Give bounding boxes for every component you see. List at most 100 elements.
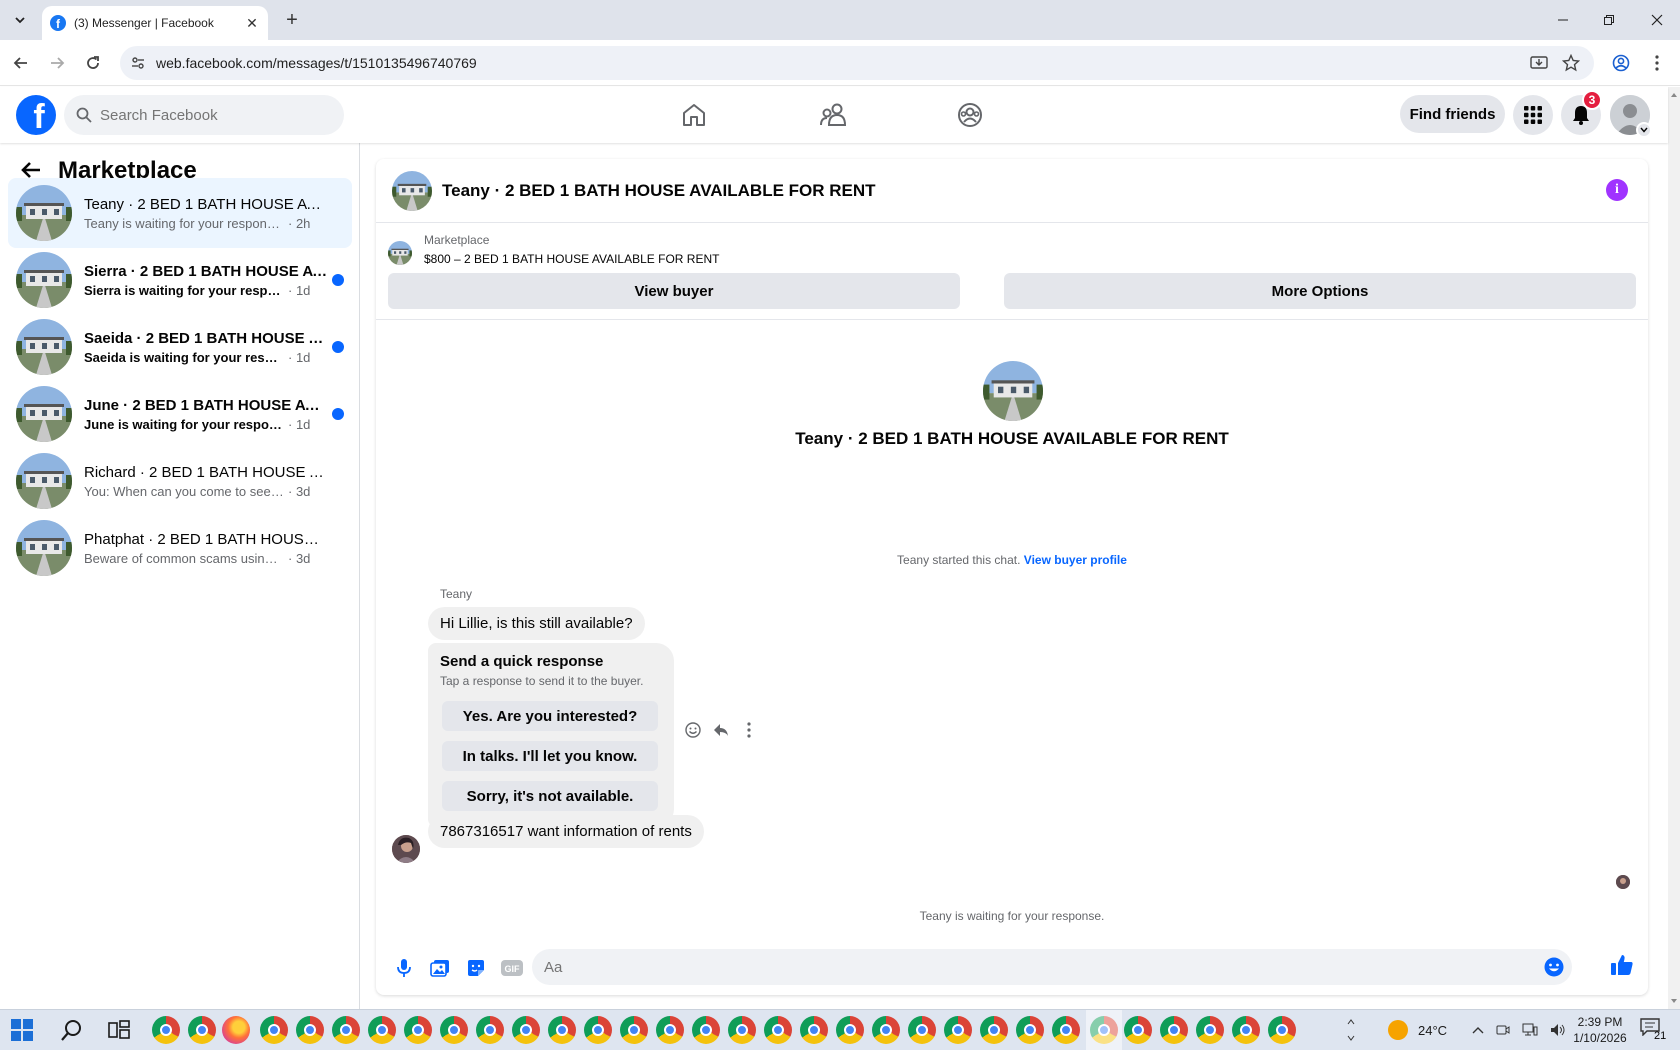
network-icon[interactable] xyxy=(1522,1023,1538,1037)
chrome-profile-icon[interactable] xyxy=(368,1016,396,1044)
nav-groups[interactable] xyxy=(914,95,1026,135)
firefox-icon[interactable] xyxy=(222,1016,250,1044)
chrome-profile-icon[interactable] xyxy=(1052,1016,1080,1044)
chrome-profile-icon[interactable] xyxy=(260,1016,288,1044)
chrome-profile-icon[interactable] xyxy=(548,1016,576,1044)
address-bar[interactable]: web.facebook.com/messages/t/151013549674… xyxy=(120,46,1594,80)
back-icon[interactable] xyxy=(8,50,34,76)
conversation-item[interactable]: Saeida · 2 BED 1 BATH HOUSE AV... Saeida … xyxy=(8,312,352,382)
chrome-profile-icon[interactable] xyxy=(1016,1016,1044,1044)
incoming-message[interactable]: Hi Lillie, is this still available? xyxy=(428,607,645,640)
microphone-icon[interactable] xyxy=(386,950,422,986)
conversation-item[interactable]: Richard · 2 BED 1 BATH HOUSE AV... You: W… xyxy=(8,446,352,516)
find-friends-button[interactable]: Find friends xyxy=(1400,95,1505,133)
weather-widget[interactable]: 24°C xyxy=(1388,1010,1447,1050)
nav-home[interactable] xyxy=(638,95,750,135)
thumbs-up-icon[interactable] xyxy=(1610,953,1638,981)
react-emoji-icon[interactable] xyxy=(684,721,702,739)
quick-reply-not-available[interactable]: Sorry, it's not available. xyxy=(442,781,658,811)
chrome-profile-icon[interactable] xyxy=(404,1016,432,1044)
chrome-profile-icon[interactable] xyxy=(764,1016,792,1044)
buyer-avatar[interactable] xyxy=(392,835,420,863)
emoji-icon[interactable] xyxy=(1544,957,1564,977)
chrome-profile-icon[interactable] xyxy=(512,1016,540,1044)
task-view-icon[interactable] xyxy=(108,1020,130,1040)
forward-icon[interactable] xyxy=(44,50,70,76)
listing-summary[interactable]: Marketplace $800 – 2 BED 1 BATH HOUSE AV… xyxy=(388,233,719,266)
chrome-profile-icon[interactable] xyxy=(188,1016,216,1044)
chrome-profile-icon[interactable] xyxy=(908,1016,936,1044)
chrome-profile-icon[interactable] xyxy=(1232,1016,1260,1044)
listing-small-thumbnail xyxy=(388,241,412,265)
more-options-button[interactable]: More Options xyxy=(1004,273,1636,309)
search-input[interactable] xyxy=(100,106,320,124)
chrome-profile-icon[interactable] xyxy=(1124,1016,1152,1044)
composer-field[interactable] xyxy=(532,949,1572,985)
site-settings-icon[interactable] xyxy=(130,55,146,71)
chrome-profile-icon[interactable] xyxy=(620,1016,648,1044)
notification-center[interactable]: 21 xyxy=(1640,1018,1670,1042)
facebook-logo-icon[interactable]: f xyxy=(16,95,56,135)
conversation-item[interactable]: Teany · 2 BED 1 BATH HOUSE AVAI... Teany … xyxy=(8,178,352,248)
chrome-profile-icon[interactable] xyxy=(836,1016,864,1044)
clock[interactable]: 2:39 PM 1/10/2026 xyxy=(1560,1014,1640,1046)
chrome-profile-icon[interactable] xyxy=(980,1016,1008,1044)
page-scrollbar[interactable] xyxy=(1668,87,1680,1009)
conversation-item[interactable]: Sierra · 2 BED 1 BATH HOUSE AV... Sierra … xyxy=(8,245,352,315)
conversation-item[interactable]: June · 2 BED 1 BATH HOUSE AVA... June is … xyxy=(8,379,352,449)
restore-icon[interactable] xyxy=(1586,0,1632,40)
chrome-profile-icon[interactable] xyxy=(296,1016,324,1044)
chat-title[interactable]: Teany · 2 BED 1 BATH HOUSE AVAILABLE FOR… xyxy=(442,181,876,201)
chrome-profile-icon[interactable] xyxy=(800,1016,828,1044)
account-caret-icon[interactable] xyxy=(1636,122,1652,138)
view-buyer-button[interactable]: View buyer xyxy=(388,273,960,309)
more-dots-icon[interactable] xyxy=(740,721,758,739)
taskbar-search-icon[interactable] xyxy=(60,1018,84,1042)
meet-icon[interactable] xyxy=(1496,1023,1510,1037)
bookmark-star-icon[interactable] xyxy=(1558,50,1584,76)
menu-grid-icon[interactable] xyxy=(1513,95,1553,135)
chrome-profile-icon[interactable] xyxy=(332,1016,360,1044)
gif-icon[interactable]: GIF xyxy=(494,950,530,986)
install-app-icon[interactable] xyxy=(1526,50,1552,76)
chrome-profile-icon[interactable] xyxy=(152,1016,180,1044)
quick-reply-in-talks[interactable]: In talks. I'll let you know. xyxy=(442,741,658,771)
chrome-profile-icon[interactable] xyxy=(1196,1016,1224,1044)
chrome-profile-icon[interactable] xyxy=(1268,1016,1296,1044)
listing-thumbnail[interactable] xyxy=(392,170,432,211)
incoming-message-phone[interactable]: 7867316517 want information of rents xyxy=(428,815,704,848)
temperature: 24°C xyxy=(1418,1022,1448,1038)
reply-icon[interactable] xyxy=(712,721,730,739)
windows-start-icon[interactable] xyxy=(10,1018,38,1042)
new-tab-button[interactable]: + xyxy=(280,8,304,32)
view-buyer-profile-link[interactable]: View buyer profile xyxy=(1024,553,1127,567)
chrome-profile-icon[interactable] xyxy=(1160,1016,1188,1044)
tab-close-icon[interactable]: ✕ xyxy=(244,15,260,31)
browser-menu-icon[interactable] xyxy=(1644,50,1670,76)
minimize-icon[interactable] xyxy=(1540,0,1586,40)
chrome-profile-icon[interactable] xyxy=(440,1016,468,1044)
chrome-profile-icon[interactable] xyxy=(944,1016,972,1044)
conversation-thumbnail xyxy=(16,319,72,375)
profile-icon[interactable] xyxy=(1608,50,1634,76)
chrome-profile-icon[interactable] xyxy=(584,1016,612,1044)
chrome-profile-icon[interactable] xyxy=(656,1016,684,1044)
chrome-profile-icon[interactable] xyxy=(728,1016,756,1044)
chrome-profile-icon[interactable] xyxy=(872,1016,900,1044)
message-input[interactable] xyxy=(544,958,1524,976)
browser-tab[interactable]: f (3) Messenger | Facebook ✕ xyxy=(42,6,268,40)
quick-reply-yes[interactable]: Yes. Are you interested? xyxy=(442,701,658,731)
tab-search-chevron-icon[interactable] xyxy=(8,8,32,32)
sticker-icon[interactable] xyxy=(458,950,494,986)
tray-overflow-icon[interactable] xyxy=(1472,1026,1484,1034)
reload-icon[interactable] xyxy=(80,50,106,76)
chrome-profile-icon[interactable] xyxy=(692,1016,720,1044)
photo-icon[interactable] xyxy=(422,950,458,986)
nav-friends[interactable] xyxy=(777,95,889,135)
conversation-item[interactable]: Phatphat · 2 BED 1 BATH HOUSE A... Beware… xyxy=(8,513,352,583)
tray-scroll-arrows[interactable] xyxy=(1346,1010,1356,1050)
facebook-search[interactable] xyxy=(64,95,344,135)
close-window-icon[interactable] xyxy=(1634,0,1680,40)
chrome-profile-icon[interactable] xyxy=(476,1016,504,1044)
info-icon[interactable]: i xyxy=(1606,179,1628,201)
